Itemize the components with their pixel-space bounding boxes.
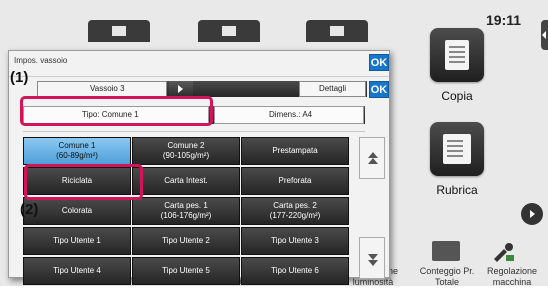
paper-type-label: Tipo Utente 1 xyxy=(53,236,101,245)
copy-icon[interactable] xyxy=(430,28,484,82)
paper-type-tipo-utente-1[interactable]: Tipo Utente 1 xyxy=(23,227,131,255)
settings-icon[interactable] xyxy=(488,241,516,262)
paper-type-tipo-utente-4[interactable]: Tipo Utente 4 xyxy=(23,257,131,285)
counter-icon[interactable] xyxy=(432,241,460,261)
divider xyxy=(23,131,365,132)
bottom-label-counter: Conteggio Pr. Totale xyxy=(419,266,475,287)
tray-next-button[interactable] xyxy=(169,81,193,97)
callout-label-1: (1) xyxy=(10,69,29,86)
copy-label: Copia xyxy=(441,89,473,103)
paper-type-preforata[interactable]: Preforata xyxy=(241,167,349,195)
paper-type-carta-pes-1[interactable]: Carta pes. 1 (106-176g/m²) xyxy=(132,197,240,225)
job-status-icon[interactable] xyxy=(88,20,150,42)
paper-type-colorata[interactable]: Colorata xyxy=(23,197,131,225)
callout-label-2: (2) xyxy=(20,201,39,218)
paper-type-label: Tipo Utente 2 xyxy=(162,236,210,245)
paper-type-weight: (177-220g/m²) xyxy=(269,211,321,220)
paper-type-label: Comune 1 xyxy=(58,141,96,150)
scroll-up-button[interactable] xyxy=(359,137,385,179)
paper-type-label: Tipo Utente 6 xyxy=(271,266,319,275)
paper-type-prestampata[interactable]: Prestampata xyxy=(241,137,349,165)
paper-type-label: Tipo Utente 5 xyxy=(162,266,210,275)
paper-type-tipo-utente-2[interactable]: Tipo Utente 2 xyxy=(132,227,240,255)
paper-type-label: Tipo Utente 3 xyxy=(271,236,319,245)
bottom-label-machine: Regolazione macchina xyxy=(486,266,538,287)
paper-type-tipo-utente-6[interactable]: Tipo Utente 6 xyxy=(241,257,349,285)
clock: 19:11 xyxy=(486,12,522,28)
paper-type-weight: (90-105g/m²) xyxy=(162,151,210,160)
tray-select[interactable]: Vassoio 3 xyxy=(37,81,167,97)
size-field[interactable]: Dimens.: A4 xyxy=(214,106,364,124)
paper-type-label: Comune 2 xyxy=(167,141,205,150)
paper-type-label: Carta Intest. xyxy=(164,176,208,185)
side-panel-tab[interactable] xyxy=(541,20,548,50)
ok-button-top[interactable]: OK xyxy=(369,54,389,71)
scroll-down-button[interactable] xyxy=(359,237,385,279)
address-book-icon[interactable] xyxy=(430,122,484,176)
dialog-title: Impos. vassoio xyxy=(14,56,68,65)
paper-type-label: Carta pes. 1 xyxy=(164,201,208,210)
paper-type-comune-2[interactable]: Comune 2 (90-105g/m²) xyxy=(132,137,240,165)
callout-box-riciclata xyxy=(24,164,143,200)
paper-type-comune-1[interactable]: Comune 1 (60-89g/m²) xyxy=(23,137,131,165)
paper-type-label: Preforata xyxy=(278,176,312,185)
fax-icon[interactable] xyxy=(198,20,260,42)
paper-type-label: Prestampata xyxy=(272,146,318,155)
paper-type-label: Colorata xyxy=(61,206,93,215)
paper-type-label: Carta pes. 2 xyxy=(273,201,317,210)
details-button[interactable]: Dettagli xyxy=(299,81,366,97)
paper-type-tipo-utente-3[interactable]: Tipo Utente 3 xyxy=(241,227,349,255)
screen-bottom-margin xyxy=(0,286,548,298)
paper-type-carta-intest[interactable]: Carta Intest. xyxy=(132,167,240,195)
paper-type-weight: (60-89g/m²) xyxy=(56,151,98,160)
paper-type-label: Tipo Utente 4 xyxy=(53,266,101,275)
callout-box-type-field xyxy=(20,96,213,126)
paper-type-carta-pes-2[interactable]: Carta pes. 2 (177-220g/m²) xyxy=(241,197,349,225)
address-book-label: Rubrica xyxy=(436,183,478,197)
ok-button-tray[interactable]: OK xyxy=(369,81,389,98)
divider xyxy=(9,76,389,77)
paper-type-tipo-utente-5[interactable]: Tipo Utente 5 xyxy=(132,257,240,285)
paper-type-weight: (106-176g/m²) xyxy=(160,211,212,220)
scan-icon[interactable] xyxy=(306,20,368,42)
next-page-icon[interactable] xyxy=(521,203,543,225)
